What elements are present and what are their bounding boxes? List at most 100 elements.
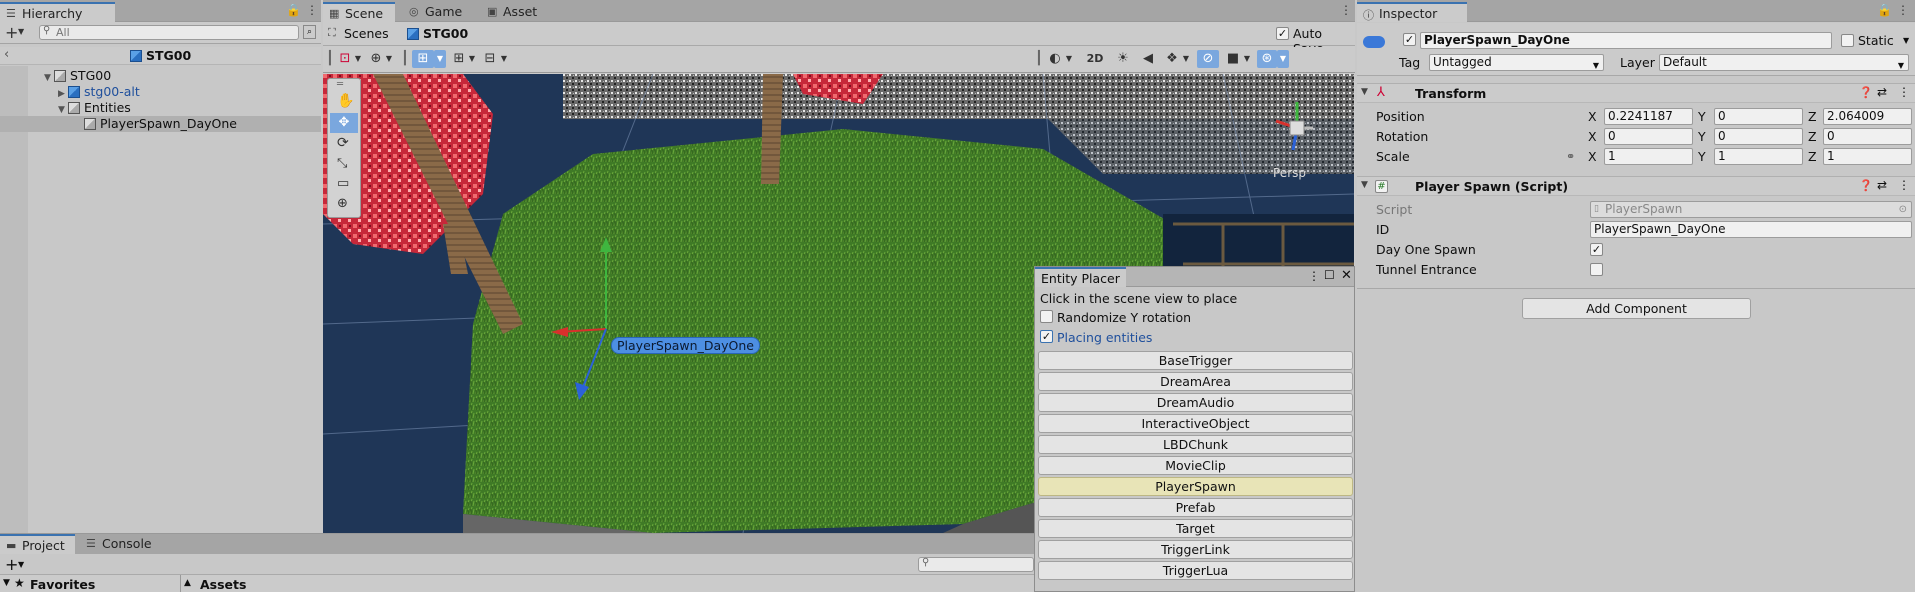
day-one-spawn-checkbox[interactable]: ✓	[1590, 243, 1603, 256]
position-x-field[interactable]: 0.2241187	[1604, 108, 1693, 125]
hierarchy-search-input[interactable]: ⚲ All	[39, 25, 299, 40]
grid-icon[interactable]: ⊞	[451, 50, 467, 68]
object-picker-icon[interactable]: ⊙	[1899, 202, 1907, 217]
entity-button-triggerlink[interactable]: TriggerLink	[1038, 540, 1353, 559]
position-z-field[interactable]: 2.064009	[1823, 108, 1912, 125]
object-icon[interactable]	[1363, 36, 1385, 48]
entity-button-triggerlua[interactable]: TriggerLua	[1038, 561, 1353, 580]
entity-button-target[interactable]: Target	[1038, 519, 1353, 538]
position-y-field[interactable]: 0	[1714, 108, 1803, 125]
entity-button-basetrigger[interactable]: BaseTrigger	[1038, 351, 1353, 370]
lock-icon[interactable]: 🔒	[1877, 3, 1892, 17]
scene-header-row[interactable]: ‹ STG00	[0, 47, 321, 65]
chevron-down-icon[interactable]: ▼	[434, 50, 446, 68]
object-name-field[interactable]: PlayerSpawn_DayOne	[1420, 32, 1832, 49]
close-icon[interactable]: ✕	[1341, 268, 1352, 283]
move-tool-icon[interactable]: ✥	[330, 113, 358, 133]
scale-y-field[interactable]: 1	[1714, 148, 1803, 165]
link-icon[interactable]: ⚭	[1566, 150, 1575, 163]
entity-button-lbdchunk[interactable]: LBDChunk	[1038, 435, 1353, 454]
rect-tool-icon[interactable]: ▭	[337, 176, 349, 191]
expand-down-icon[interactable]: ▼	[3, 578, 10, 588]
entity-button-movieclip[interactable]: MovieClip	[1038, 456, 1353, 475]
help-icon[interactable]: ❓	[1859, 179, 1873, 192]
chevron-down-icon[interactable]: ▼	[467, 50, 477, 68]
add-component-button[interactable]: Add Component	[1522, 298, 1751, 319]
shading-mode-icon[interactable]: ◐	[1046, 50, 1064, 68]
persp-label[interactable]: Persp	[1273, 166, 1306, 180]
entity-button-prefab[interactable]: Prefab	[1038, 498, 1353, 517]
chevron-down-icon[interactable]: ▼	[1064, 50, 1074, 68]
more-menu-icon[interactable]: ⋮	[1340, 3, 1352, 17]
maximize-icon[interactable]: ☐	[1324, 268, 1335, 282]
assets-label[interactable]: Assets	[200, 577, 246, 592]
chevron-down-icon[interactable]: ▼	[1242, 50, 1252, 68]
selected-object-label[interactable]: PlayerSpawn_DayOne	[611, 337, 760, 354]
layer-dropdown[interactable]: Default ▼	[1659, 54, 1909, 71]
tree-item-entities[interactable]: ▼ Entities	[0, 100, 321, 116]
rotation-x-field[interactable]: 0	[1604, 128, 1693, 145]
search-filter-icon[interactable]: ⌕	[303, 25, 316, 39]
chevron-down-icon[interactable]: ▼	[384, 50, 394, 68]
tab-hierarchy[interactable]: ☰ Hierarchy	[0, 2, 115, 22]
project-search-input[interactable]: ⚲	[918, 557, 1034, 572]
component-enabled-checkbox[interactable]: #	[1375, 180, 1388, 193]
tab-scene[interactable]: ▦ Scene	[323, 2, 395, 22]
chevron-down-icon[interactable]: ▼	[1277, 50, 1289, 68]
lighting-icon[interactable]: ☀	[1113, 50, 1133, 68]
add-icon[interactable]: +	[5, 23, 18, 42]
chevron-down-icon[interactable]: ▼	[18, 27, 24, 36]
grid-snap-icon[interactable]: ⊞	[412, 50, 434, 68]
tab-entity-placer[interactable]: Entity Placer	[1035, 267, 1126, 287]
back-arrow-icon[interactable]: ‹	[4, 47, 9, 62]
hand-tool-icon[interactable]: ✋	[337, 93, 354, 109]
entity-button-dreamarea[interactable]: DreamArea	[1038, 372, 1353, 391]
gizmos-icon[interactable]: ⊛	[1257, 50, 1277, 68]
more-menu-icon[interactable]: ⋮	[1898, 85, 1910, 99]
chevron-down-icon[interactable]: ▼	[18, 560, 24, 569]
help-icon[interactable]: ❓	[1859, 86, 1873, 99]
audio-icon[interactable]: ◀	[1138, 50, 1158, 68]
entity-button-dreamaudio[interactable]: DreamAudio	[1038, 393, 1353, 412]
effects-icon[interactable]: ❖	[1163, 50, 1181, 68]
entity-button-interactiveobject[interactable]: InteractiveObject	[1038, 414, 1353, 433]
player-spawn-header[interactable]: ▼ # Player Spawn (Script) ❓ ⇄ ⋮	[1357, 176, 1915, 196]
randomize-rotation-checkbox[interactable]	[1040, 310, 1053, 323]
breadcrumb-stg00[interactable]: STG00	[423, 26, 468, 41]
camera-icon[interactable]: ■	[1224, 50, 1242, 68]
tree-item-stg00-alt[interactable]: ▶ stg00-alt	[0, 84, 321, 100]
pane-divider[interactable]	[180, 575, 181, 592]
breadcrumb-scenes[interactable]: Scenes	[344, 26, 389, 41]
tunnel-entrance-checkbox[interactable]	[1590, 263, 1603, 276]
lock-icon[interactable]: 🔒	[286, 3, 301, 17]
auto-save-checkbox[interactable]: ✓	[1276, 27, 1289, 40]
tree-item-playerspawn-dayone[interactable]: PlayerSpawn_DayOne	[0, 116, 321, 132]
more-menu-icon[interactable]: ⋮	[1898, 178, 1910, 192]
rotation-y-field[interactable]: 0	[1714, 128, 1803, 145]
more-menu-icon[interactable]: ⋮	[306, 3, 318, 17]
tab-console[interactable]: ☰ Console	[80, 534, 160, 554]
chevron-down-icon[interactable]: ▼	[1903, 36, 1909, 45]
transform-header[interactable]: ▼ ⅄ Transform ❓ ⇄ ⋮	[1357, 83, 1915, 103]
static-checkbox[interactable]	[1841, 34, 1854, 47]
id-field[interactable]: PlayerSpawn_DayOne	[1590, 221, 1912, 238]
chevron-down-icon[interactable]: ▼	[353, 50, 363, 68]
preset-icon[interactable]: ⇄	[1877, 85, 1887, 99]
active-checkbox[interactable]: ✓	[1403, 33, 1416, 46]
add-icon[interactable]: +	[5, 555, 18, 574]
transform-tool-icon[interactable]: ⊕	[337, 196, 348, 211]
rotate-tool-icon[interactable]: ⟳	[337, 135, 349, 151]
tab-game[interactable]: ◎ Game	[403, 2, 473, 22]
placing-entities-checkbox[interactable]: ✓	[1040, 330, 1053, 343]
entity-placer-titlebar[interactable]: Entity Placer ⋮ ☐ ✕	[1035, 267, 1354, 287]
tab-project[interactable]: ▬ Project	[0, 534, 75, 554]
tab-asset-store[interactable]: ▣Asset Store	[481, 2, 581, 34]
tab-inspector[interactable]: ⓘ Inspector	[1357, 2, 1467, 22]
rotation-z-field[interactable]: 0	[1823, 128, 1912, 145]
gizmo-toggle-icon[interactable]: ⊡	[337, 50, 353, 68]
hidden-objects-icon[interactable]: ⊘	[1197, 50, 1219, 68]
folder-up-icon[interactable]: ▲	[184, 578, 191, 588]
globe-icon[interactable]: ⊕	[368, 50, 384, 68]
chevron-down-icon[interactable]: ▼	[499, 50, 509, 68]
tag-dropdown[interactable]: Untagged ▼	[1429, 54, 1604, 71]
